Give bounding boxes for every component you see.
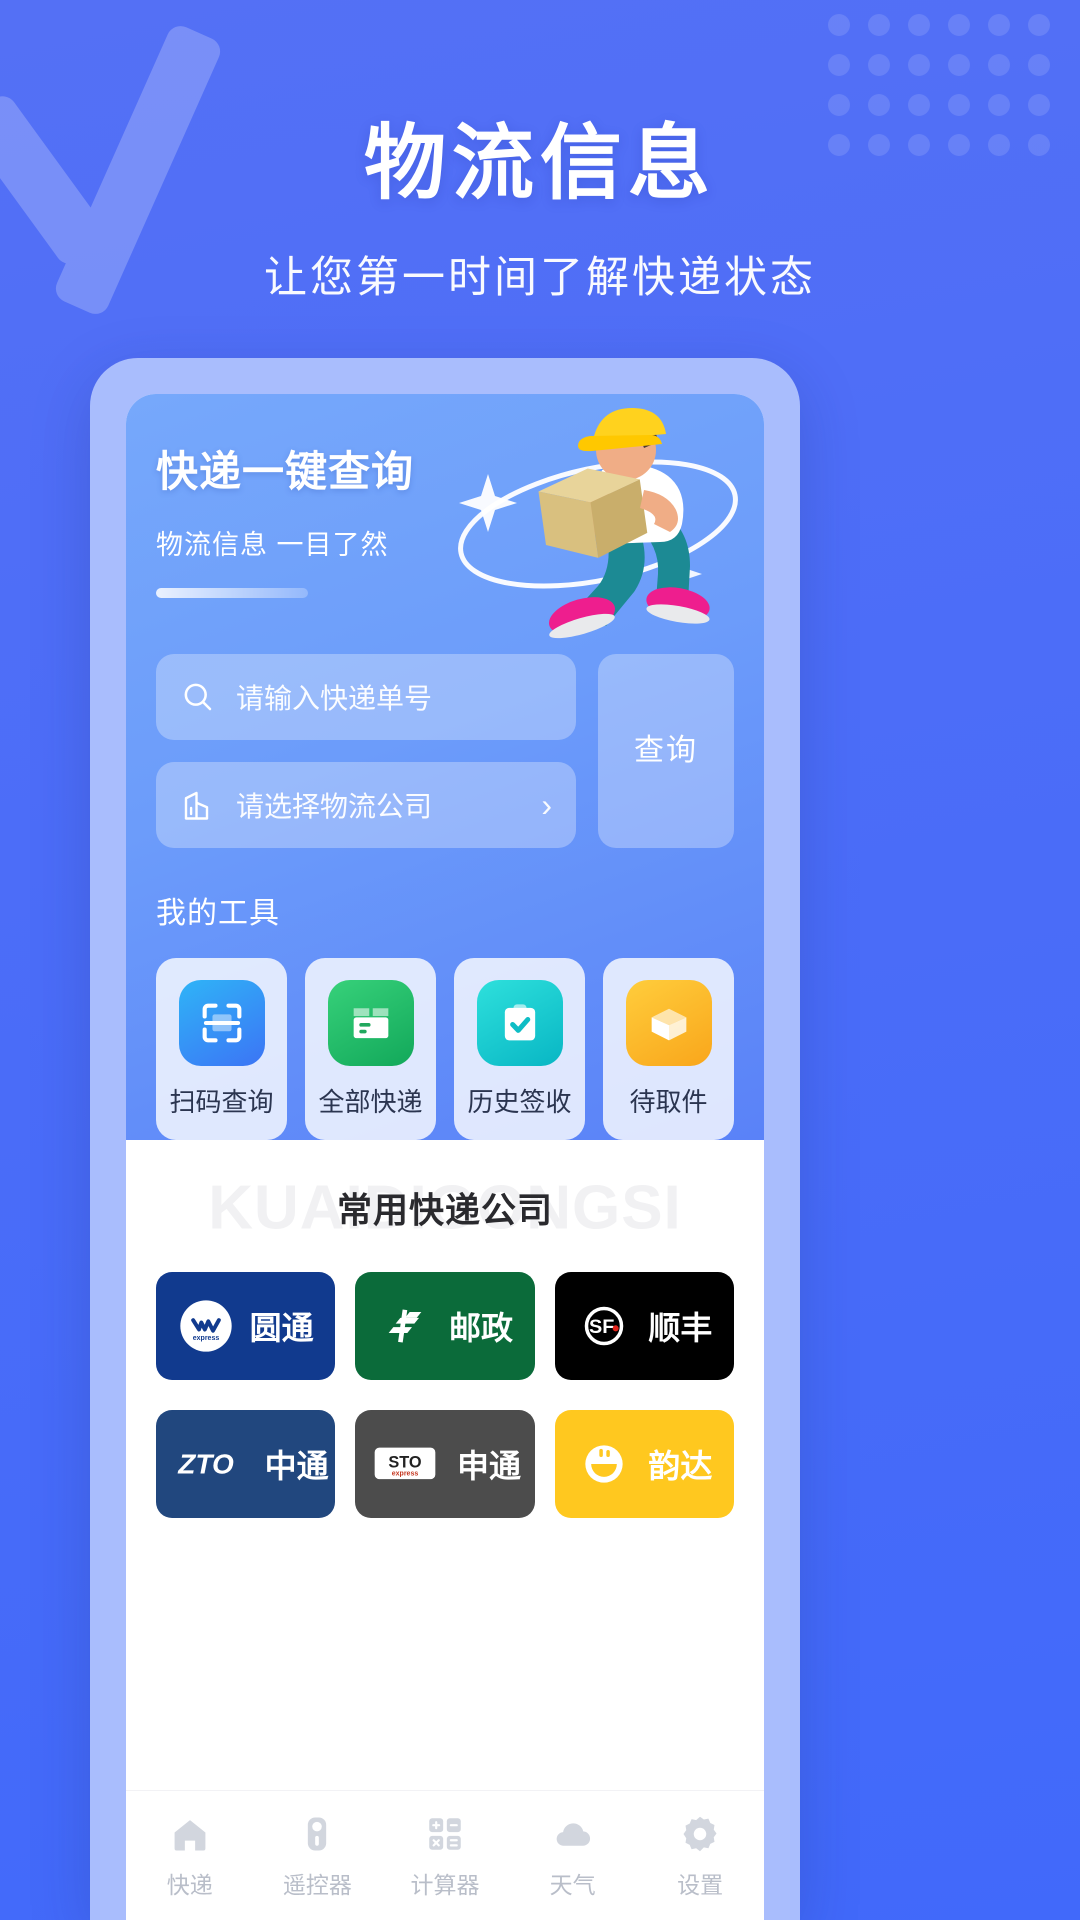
nav-label: 快递 xyxy=(166,1871,213,1898)
tracking-number-placeholder: 请输入快递单号 xyxy=(236,683,433,714)
phone-mockup: 快递一键查询 物流信息 一目了然 请输入快递单号 请选择物流公司 › 查 询 我… xyxy=(90,358,800,1920)
tool-pending-pickup[interactable]: 待取件 xyxy=(603,958,734,1140)
chevron-right-icon: › xyxy=(541,786,552,823)
remote-icon xyxy=(308,1817,327,1850)
company-yto[interactable]: express 圆通 xyxy=(156,1272,336,1380)
tool-icon-bg xyxy=(476,979,563,1066)
nav-item-settings[interactable]: 设置 xyxy=(636,1812,764,1900)
query-button[interactable]: 查 询 xyxy=(598,654,734,848)
search-fields: 请输入快递单号 请选择物流公司 › xyxy=(156,654,576,848)
svg-text:STO: STO xyxy=(388,1454,422,1472)
companies-title: 常用快递公司 xyxy=(336,1191,554,1231)
nav-item-calculator[interactable]: 计算器 xyxy=(381,1812,509,1900)
companies-header: KUAIDIGONGSI 常用快递公司 xyxy=(156,1174,734,1243)
company-sto[interactable]: STO express 申通 xyxy=(355,1410,535,1518)
home-icon xyxy=(174,1819,206,1850)
tools-grid: 扫码查询 全部快递 历史签收 待取件 xyxy=(156,958,734,1140)
company-select-placeholder: 请选择物流公司 xyxy=(236,791,433,822)
company-name: 邮政 xyxy=(448,1310,513,1346)
svg-text:express: express xyxy=(392,1471,419,1478)
query-button-char-1: 查 xyxy=(634,733,666,767)
gear-icon xyxy=(683,1816,717,1851)
company-ems[interactable]: 邮政 xyxy=(355,1272,535,1380)
package-icon xyxy=(353,1007,388,1038)
tool-label: 历史签收 xyxy=(467,1086,572,1117)
courier-illustration xyxy=(458,408,738,639)
cloud-icon xyxy=(556,1822,590,1846)
open-box-icon xyxy=(651,1008,686,1040)
page-header: 物流信息 让您第一时间了解快递状态 xyxy=(0,0,1080,305)
page-subtitle: 让您第一时间了解快递状态 xyxy=(264,254,816,302)
company-name: 申通 xyxy=(456,1448,521,1484)
company-zto[interactable]: ZTO 中通 xyxy=(156,1410,336,1518)
svg-text:express: express xyxy=(192,1335,219,1342)
calculator-icon xyxy=(429,1817,461,1850)
tool-scan-query[interactable]: 扫码查询 xyxy=(156,958,287,1140)
company-select[interactable]: 请选择物流公司 › xyxy=(156,762,576,848)
companies-row-2: ZTO 中通 STO express 申通 韵达 xyxy=(156,1410,734,1518)
nav-label: 设置 xyxy=(677,1871,724,1898)
company-name: 韵达 xyxy=(648,1448,713,1484)
company-yunda[interactable]: 韵达 xyxy=(554,1410,734,1518)
scan-icon xyxy=(202,1003,241,1042)
tool-icon-bg xyxy=(327,979,414,1066)
tool-label: 待取件 xyxy=(629,1086,708,1117)
nav-label: 遥控器 xyxy=(282,1871,352,1898)
nav-item-remote[interactable]: 遥控器 xyxy=(254,1812,382,1900)
tracking-number-input[interactable]: 请输入快递单号 xyxy=(156,654,576,740)
tool-all-packages[interactable]: 全部快递 xyxy=(305,958,436,1140)
tool-label: 全部快递 xyxy=(318,1086,423,1117)
query-button-char-2: 询 xyxy=(666,733,698,767)
svg-text:ZTO: ZTO xyxy=(177,1448,234,1479)
company-sf[interactable]: SF 顺丰 xyxy=(554,1272,734,1380)
yunda-logo xyxy=(585,1445,623,1483)
building-icon xyxy=(184,791,209,820)
company-name: 顺丰 xyxy=(648,1310,713,1346)
page-title: 物流信息 xyxy=(363,118,716,209)
sf-logo: SF xyxy=(585,1306,624,1346)
nav-label: 计算器 xyxy=(410,1871,480,1898)
phone-screen: 快递一键查询 物流信息 一目了然 请输入快递单号 请选择物流公司 › 查 询 我… xyxy=(126,394,764,1920)
tool-history-signed[interactable]: 历史签收 xyxy=(454,958,585,1140)
clipboard-check-icon xyxy=(504,1003,535,1040)
nav-label: 天气 xyxy=(549,1871,596,1898)
sto-logo: STO express xyxy=(374,1447,436,1480)
search-icon xyxy=(184,683,212,711)
zto-logo: ZTO xyxy=(177,1448,234,1479)
hero-panel: 快递一键查询 物流信息 一目了然 请输入快递单号 请选择物流公司 › 查 询 我… xyxy=(126,394,764,1140)
svg-text:SF: SF xyxy=(589,1316,614,1338)
companies-section: KUAIDIGONGSI 常用快递公司 express 圆通 邮政 SF 顺丰 … xyxy=(126,1140,764,1518)
tools-section-title: 我的工具 xyxy=(156,897,280,930)
company-name: 圆通 xyxy=(249,1310,314,1346)
nav-item-weather[interactable]: 天气 xyxy=(509,1812,637,1900)
bottom-nav: 快递 遥控器 计算器 天气 设置 xyxy=(126,1790,764,1920)
tool-label: 扫码查询 xyxy=(169,1086,274,1117)
yto-logo: express xyxy=(179,1300,232,1352)
company-name: 中通 xyxy=(264,1448,329,1484)
nav-item-express[interactable]: 快递 xyxy=(126,1812,254,1900)
tool-icon-bg xyxy=(178,979,265,1066)
hero-progress-bar xyxy=(156,588,308,598)
companies-row-1: express 圆通 邮政 SF 顺丰 xyxy=(156,1272,734,1380)
ems-logo xyxy=(388,1309,422,1343)
tool-icon-bg xyxy=(625,979,712,1066)
search-block: 请输入快递单号 请选择物流公司 › 查 询 xyxy=(156,654,734,848)
